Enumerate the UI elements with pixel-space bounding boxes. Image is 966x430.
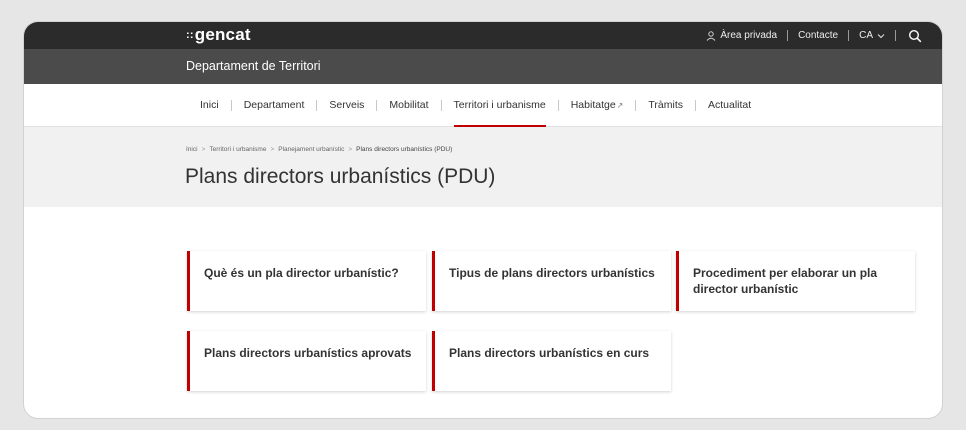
- department-title[interactable]: Departament de Territori: [186, 59, 321, 73]
- search-icon[interactable]: [908, 29, 922, 43]
- nav-label: Departament: [243, 99, 305, 111]
- divider: [895, 30, 896, 41]
- language-label: CA: [859, 30, 873, 41]
- chevron-right-icon: >: [201, 146, 206, 153]
- card-que-es-pla-director[interactable]: Què és un pla director urbanístic?: [187, 251, 426, 311]
- card-plans-aprovats[interactable]: Plans directors urbanístics aprovats: [187, 331, 426, 391]
- nav-item-actualitat[interactable]: Actualitat: [696, 84, 763, 126]
- nav-item-territori-urbanisme[interactable]: Territori i urbanisme: [442, 84, 558, 127]
- user-icon: [706, 30, 716, 41]
- logo-text: gencat: [194, 25, 251, 44]
- breadcrumb: Inici > Territori i urbanisme > Planejam…: [186, 146, 452, 153]
- breadcrumb-item[interactable]: Territori i urbanisme: [209, 146, 266, 153]
- external-link-icon: ↗: [616, 100, 624, 110]
- card-label: Plans directors urbanístics aprovats: [204, 346, 412, 360]
- page-header-band: Inici > Territori i urbanisme > Planejam…: [24, 127, 942, 207]
- page-title: Plans directors urbanístics (PDU): [185, 165, 496, 188]
- chevron-right-icon: >: [270, 146, 275, 153]
- nav-item-serveis[interactable]: Serveis: [317, 84, 376, 126]
- card-tipus-plans-directors[interactable]: Tipus de plans directors urbanístics: [432, 251, 671, 311]
- nav-label: Tràmits: [648, 99, 683, 111]
- card-label: Plans directors urbanístics en curs: [449, 346, 650, 360]
- nav-item-mobilitat[interactable]: Mobilitat: [377, 84, 440, 126]
- browser-page: ::gencat Àrea privada Contacte CA Depart…: [24, 22, 942, 418]
- breadcrumb-current: Plans directors urbanístics (PDU): [356, 146, 453, 153]
- nav-item-tramits[interactable]: Tràmits: [636, 84, 695, 126]
- card-procediment-elaborar[interactable]: Procediment per elaborar un pla director…: [676, 251, 915, 311]
- nav-label: Actualitat: [707, 99, 752, 111]
- nav-label: Mobilitat: [389, 99, 429, 111]
- main-navigation: Inici Departament Serveis Mobilitat Terr…: [24, 84, 942, 127]
- gencat-logo[interactable]: ::gencat: [186, 25, 251, 45]
- private-area-link[interactable]: Àrea privada: [696, 30, 787, 41]
- nav-label: Inici: [200, 99, 219, 111]
- logo-dots: ::: [186, 29, 194, 41]
- card-plans-en-curs[interactable]: Plans directors urbanístics en curs: [432, 331, 671, 391]
- nav-list: Inici Departament Serveis Mobilitat Terr…: [186, 84, 763, 127]
- card-label: Què és un pla director urbanístic?: [204, 266, 399, 280]
- nav-item-habitatge[interactable]: Habitatge ↗: [559, 84, 636, 126]
- nav-label: Serveis: [329, 99, 365, 111]
- breadcrumb-item[interactable]: Inici: [186, 146, 198, 153]
- contact-link[interactable]: Contacte: [788, 30, 848, 41]
- card-label: Procediment per elaborar un pla director…: [693, 266, 878, 296]
- nav-item-inici[interactable]: Inici: [186, 84, 231, 126]
- top-links: Àrea privada Contacte CA: [696, 22, 922, 49]
- nav-label: Territori i urbanisme: [453, 99, 546, 111]
- contact-label: Contacte: [798, 30, 839, 41]
- chevron-down-icon: [877, 33, 885, 38]
- card-label: Tipus de plans directors urbanístics: [449, 266, 655, 280]
- chevron-right-icon: >: [348, 146, 353, 153]
- department-bar: Departament de Territori: [24, 49, 942, 84]
- nav-item-departament[interactable]: Departament: [232, 84, 317, 126]
- breadcrumb-item[interactable]: Planejament urbanístic: [278, 146, 344, 153]
- private-area-label: Àrea privada: [720, 30, 778, 41]
- nav-label: Habitatge: [570, 99, 616, 111]
- language-selector[interactable]: CA: [849, 30, 895, 41]
- top-bar: ::gencat Àrea privada Contacte CA: [24, 22, 942, 49]
